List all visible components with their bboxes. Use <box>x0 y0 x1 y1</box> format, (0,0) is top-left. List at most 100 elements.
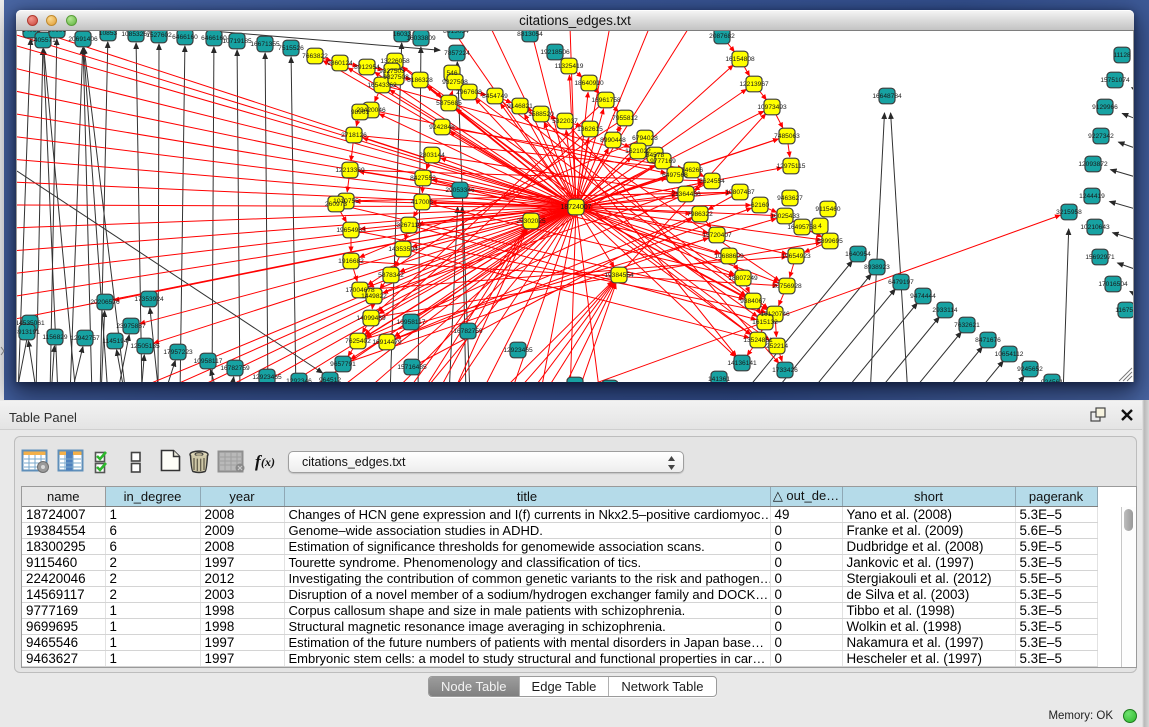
svg-text:1156829: 1156829 <box>42 334 68 341</box>
svg-text:1405571: 1405571 <box>30 37 56 44</box>
svg-text:15751074: 15751074 <box>1100 77 1130 84</box>
svg-text:18640910: 18640910 <box>574 80 604 87</box>
svg-text:10025433: 10025433 <box>770 213 800 220</box>
svg-text:17353924: 17353924 <box>134 296 164 303</box>
svg-text:1640954: 1640954 <box>845 251 871 258</box>
svg-text:9463627: 9463627 <box>777 195 803 202</box>
svg-text:16648784: 16648784 <box>872 93 902 100</box>
svg-text:10973493: 10973493 <box>757 104 787 111</box>
svg-text:9384067: 9384067 <box>740 298 766 305</box>
svg-text:19654983: 19654983 <box>336 227 366 234</box>
svg-text:3267110: 3267110 <box>396 222 422 229</box>
svg-text:10719185: 10719185 <box>222 38 252 45</box>
svg-text:8813054: 8813054 <box>443 31 469 35</box>
svg-text:10958117: 10958117 <box>397 319 426 326</box>
svg-text:9129966: 9129966 <box>1092 104 1118 111</box>
svg-text:7625402: 7625402 <box>345 338 371 345</box>
svg-text:9327508: 9327508 <box>442 79 468 86</box>
svg-text:6899695: 6899695 <box>817 238 843 245</box>
svg-text:9146821: 9146821 <box>507 103 533 110</box>
svg-text:260973: 260973 <box>325 201 347 208</box>
svg-text:7955812: 7955812 <box>612 115 638 122</box>
svg-text:5878342: 5878342 <box>378 272 404 279</box>
svg-text:9657791: 9657791 <box>330 361 356 368</box>
svg-text:15716485: 15716485 <box>397 364 427 371</box>
svg-text:8938923: 8938923 <box>864 264 890 271</box>
svg-text:3624554: 3624554 <box>699 178 725 185</box>
svg-text:2967608: 2967608 <box>456 89 482 96</box>
svg-text:1733426: 1733426 <box>772 367 798 374</box>
svg-text:9474444: 9474444 <box>910 293 936 300</box>
svg-text:12213369: 12213369 <box>335 167 365 174</box>
svg-text:9245652: 9245652 <box>1017 366 1043 373</box>
svg-text:17016504: 17016504 <box>1098 281 1128 288</box>
svg-text:1244419: 1244419 <box>1079 193 1105 200</box>
svg-text:10958117: 10958117 <box>194 358 223 365</box>
svg-text:1145194: 1145194 <box>102 338 128 345</box>
svg-text:252214: 252214 <box>766 343 788 350</box>
svg-text:1449822: 1449822 <box>361 293 387 300</box>
svg-text:20206576: 20206576 <box>90 299 120 306</box>
svg-text:14535061: 14535061 <box>17 320 45 327</box>
svg-text:2087682: 2087682 <box>709 33 735 40</box>
svg-text:2933114: 2933114 <box>932 307 958 314</box>
svg-text:16782759: 16782759 <box>453 328 483 335</box>
svg-text:(x): (x) <box>261 455 275 469</box>
svg-text:7515526: 7515526 <box>278 45 304 52</box>
svg-text:7986322: 7986322 <box>687 211 713 218</box>
svg-text:16154808: 16154808 <box>725 56 755 63</box>
svg-text:8427552: 8427552 <box>410 175 436 182</box>
svg-text:16495758: 16495758 <box>787 224 817 231</box>
svg-text:9242848: 9242848 <box>429 124 455 131</box>
svg-text:3215958: 3215958 <box>1056 209 1082 216</box>
svg-text:19654923: 19654923 <box>781 253 811 260</box>
svg-text:6479197: 6479197 <box>888 279 914 286</box>
svg-text:12923465: 12923465 <box>503 347 533 354</box>
svg-text:20691: 20691 <box>48 31 67 34</box>
svg-text:964512: 964512 <box>319 377 341 382</box>
svg-text:9115460: 9115460 <box>815 206 841 213</box>
svg-text:11128: 11128 <box>1113 52 1131 59</box>
svg-text:6497568: 6497568 <box>662 172 688 179</box>
svg-text:23975887: 23975887 <box>116 323 146 330</box>
svg-text:1588520: 1588520 <box>528 111 554 118</box>
svg-text:19218506: 19218506 <box>540 49 570 56</box>
svg-text:12923465: 12923465 <box>252 374 282 381</box>
svg-text:12213967: 12213967 <box>739 81 769 88</box>
svg-text:1292346: 1292346 <box>286 378 312 382</box>
svg-text:16961758: 16961758 <box>591 97 621 104</box>
svg-text:5875685: 5875685 <box>436 100 462 107</box>
svg-text:7857224: 7857224 <box>444 50 470 57</box>
svg-text:7663822: 7663822 <box>302 53 328 60</box>
svg-text:2718126: 2718126 <box>341 132 367 139</box>
svg-text:8471676: 8471676 <box>975 337 1001 344</box>
svg-text:29053346: 29053346 <box>445 187 475 194</box>
svg-text:62160: 62160 <box>751 202 770 209</box>
svg-text:15720407: 15720407 <box>702 232 732 239</box>
svg-text:15692971: 15692971 <box>1085 254 1115 261</box>
svg-text:10807487: 10807487 <box>725 189 755 196</box>
svg-text:21364436: 21364436 <box>671 191 701 198</box>
svg-text:11325419: 11325419 <box>555 63 584 70</box>
svg-text:9777169: 9777169 <box>650 158 676 165</box>
svg-text:16120746: 16120746 <box>760 311 790 318</box>
svg-text:5322037: 5322037 <box>552 118 578 125</box>
svg-text:1362615: 1362615 <box>577 126 603 133</box>
svg-text:17957223: 17957223 <box>163 349 193 356</box>
svg-text:12093872: 12093872 <box>1078 161 1108 168</box>
svg-text:16782759: 16782759 <box>220 365 250 372</box>
svg-text:8454749: 8454749 <box>482 93 508 100</box>
svg-text:6466160: 6466160 <box>172 34 198 41</box>
svg-text:19384554: 19384554 <box>604 272 634 279</box>
svg-text:18807249: 18807249 <box>728 275 758 282</box>
svg-text:7485063: 7485063 <box>774 133 800 140</box>
svg-text:16671355: 16671355 <box>250 41 280 48</box>
svg-text:2803144: 2803144 <box>419 152 445 159</box>
svg-text:116753: 116753 <box>1115 307 1133 314</box>
svg-text:13226058: 13226058 <box>380 58 410 65</box>
svg-text:10853: 10853 <box>99 31 118 37</box>
svg-text:14353594: 14353594 <box>388 246 418 253</box>
svg-text:1615132: 1615132 <box>752 319 778 326</box>
svg-text:924561: 924561 <box>1041 379 1063 382</box>
svg-text:9860124: 9860124 <box>327 60 353 67</box>
